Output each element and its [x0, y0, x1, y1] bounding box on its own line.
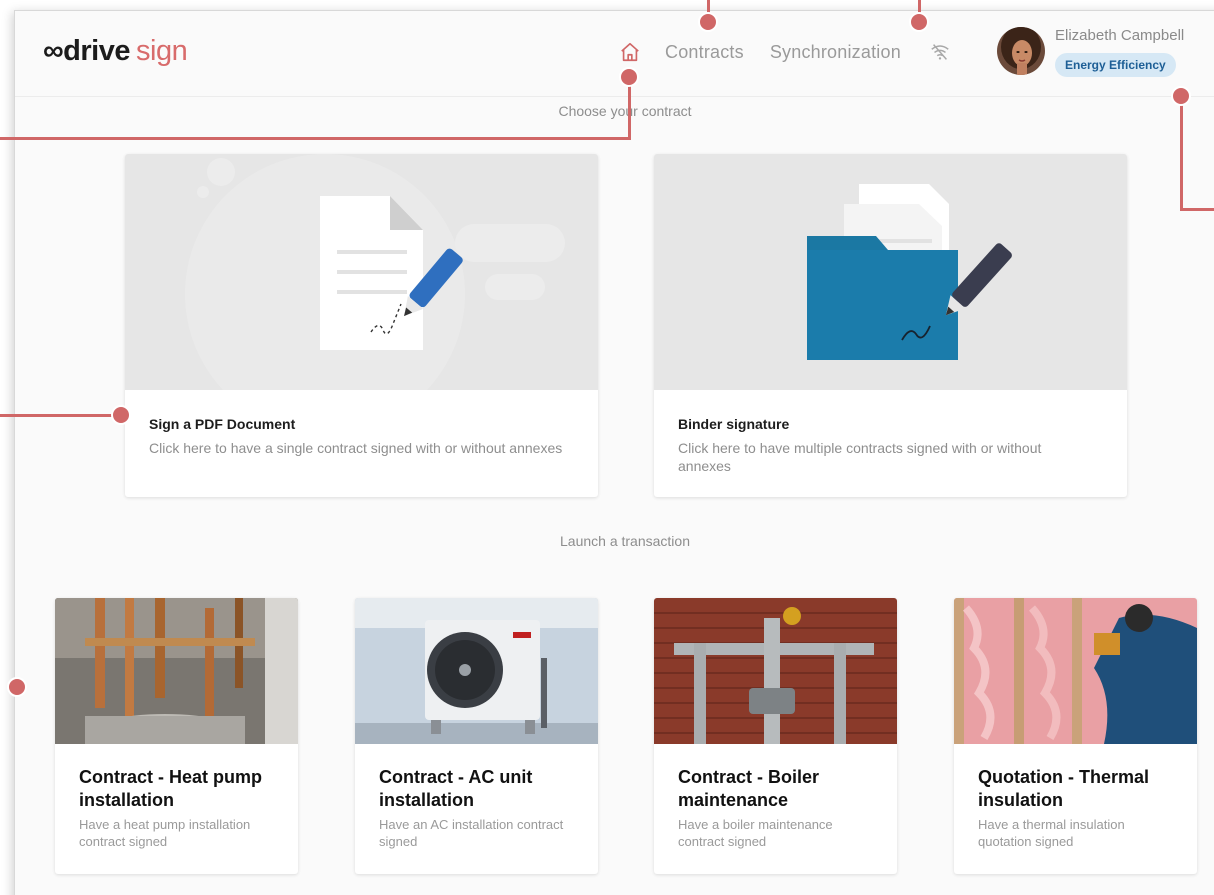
wifi-off-icon[interactable] — [929, 41, 951, 63]
callout-line — [1180, 95, 1183, 210]
insulation-image — [954, 598, 1197, 744]
card-title: Quotation - Thermal insulation — [978, 767, 1149, 810]
boiler-image — [654, 598, 897, 744]
card-title: Contract - Heat pump installation — [79, 767, 263, 810]
pdf-illustration — [125, 154, 598, 390]
callout-marker-synchronization — [909, 12, 929, 32]
card-description: Click here to have multiple contracts si… — [678, 440, 1042, 474]
card-title: Contract - Boiler maintenance — [678, 767, 820, 810]
callout-marker-contracts — [698, 12, 718, 32]
card-title: Sign a PDF Document — [149, 416, 296, 432]
heat-pump-card[interactable]: Contract - Heat pump installation Have a… — [55, 598, 298, 874]
boiler-card[interactable]: Contract - Boiler maintenance Have a boi… — [654, 598, 897, 874]
card-title: Binder signature — [678, 416, 790, 432]
card-description: Have an AC installation contract signed — [379, 817, 564, 849]
sign-pdf-card[interactable]: Sign a PDF Document Click here to have a… — [125, 154, 598, 497]
callout-line — [1180, 208, 1214, 211]
user-name: Elizabeth Campbell — [1055, 27, 1185, 44]
callout-line — [0, 137, 631, 140]
avatar[interactable] — [997, 27, 1045, 75]
logo-text-drive: ∞drive — [43, 35, 131, 67]
binder-signature-card[interactable]: Binder signature Click here to have mult… — [654, 154, 1127, 497]
launch-transaction-heading: Launch a transaction — [560, 533, 690, 549]
ac-unit-image — [355, 598, 598, 744]
callout-marker-sign-pdf — [111, 405, 131, 425]
ac-unit-card[interactable]: Contract - AC unit installation Have an … — [355, 598, 598, 874]
user-role-badge: Energy Efficiency — [1055, 53, 1176, 77]
callout-line — [628, 80, 631, 140]
nav-link-contracts[interactable]: Contracts — [665, 42, 744, 63]
card-description: Have a boiler maintenance contract signe… — [678, 817, 833, 849]
main-nav: Contracts Synchronization — [619, 41, 951, 63]
callout-line — [0, 414, 116, 417]
app-window: ∞drive sign Contracts Synchronization El… — [14, 10, 1214, 895]
callout-marker-transactions — [7, 677, 27, 697]
card-description: Have a thermal insulation quotation sign… — [978, 817, 1125, 849]
card-description: Click here to have a single contract sig… — [149, 440, 563, 456]
callout-marker-home — [619, 67, 639, 87]
logo-text-sign: sign — [136, 35, 188, 67]
callout-marker-user — [1171, 86, 1191, 106]
thermal-insulation-card[interactable]: Quotation - Thermal insulation Have a th… — [954, 598, 1197, 874]
binder-illustration — [654, 154, 1127, 390]
home-icon[interactable] — [619, 41, 641, 63]
card-description: Have a heat pump installation contract s… — [79, 817, 251, 849]
app-logo[interactable]: ∞drive sign — [43, 35, 188, 68]
top-bar: ∞drive sign Contracts Synchronization El… — [15, 11, 1214, 97]
choose-contract-heading: Choose your contract — [558, 103, 692, 119]
nav-link-synchronization[interactable]: Synchronization — [770, 42, 901, 63]
heat-pump-image — [55, 598, 298, 744]
card-title: Contract - AC unit installation — [379, 767, 533, 810]
